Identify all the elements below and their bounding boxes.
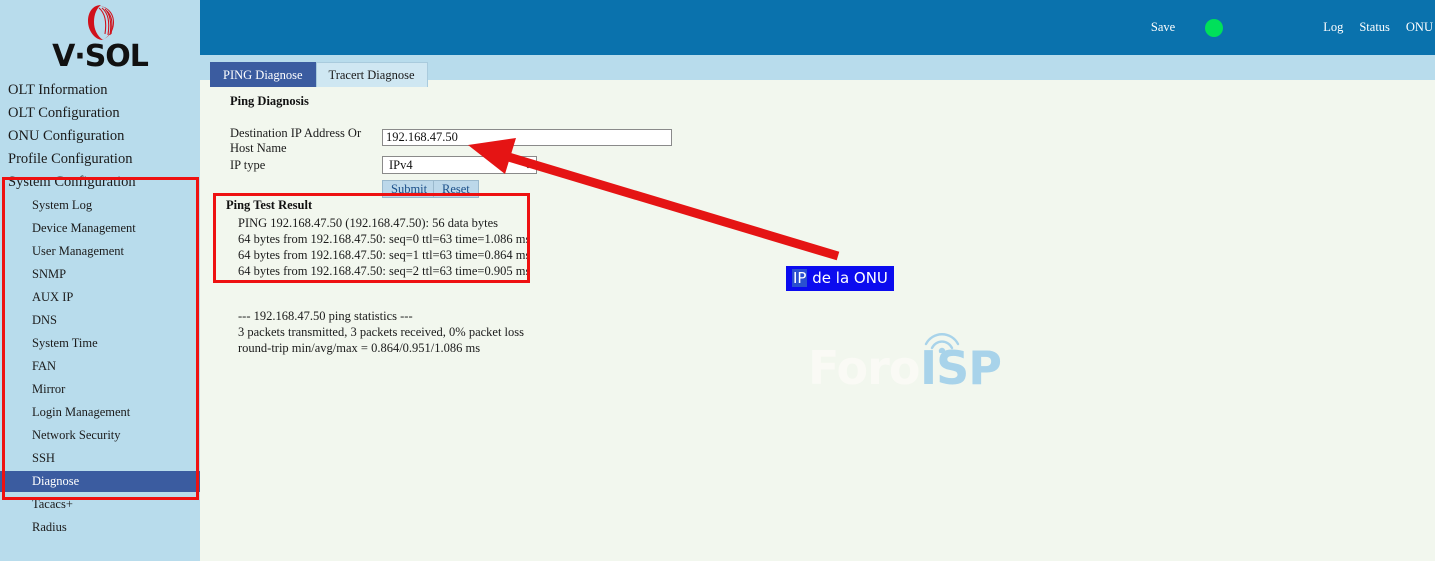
brand-logo-text: V·SOL <box>52 39 149 74</box>
sidebar-subitem-dns[interactable]: DNS <box>0 310 200 331</box>
submit-button[interactable]: Submit <box>382 180 437 198</box>
tab-ping-diagnose[interactable]: PING Diagnose <box>210 62 316 87</box>
destination-ip-label: Destination IP Address Or Host Name <box>230 126 362 155</box>
destination-ip-input[interactable] <box>382 129 672 146</box>
ping-statistics-output: --- 192.168.47.50 ping statistics --- 3 … <box>238 309 525 355</box>
ping-test-result-title: Ping Test Result <box>226 198 313 212</box>
log-link[interactable]: Log <box>1323 20 1343 35</box>
reset-button[interactable]: Reset <box>433 180 479 198</box>
tab-bar: PING Diagnose Tracert Diagnose <box>210 62 428 87</box>
wifi-signal-icon <box>924 333 960 353</box>
callout-rest: de la ONU <box>807 269 888 287</box>
tab-tracert-diagnose[interactable]: Tracert Diagnose <box>315 62 428 87</box>
onu-link[interactable]: ONU <box>1406 20 1435 35</box>
sidebar-subitem-diagnose[interactable]: Diagnose <box>0 471 200 492</box>
page-title: Ping Diagnosis <box>230 94 309 108</box>
sidebar-subitem-snmp[interactable]: SNMP <box>0 264 200 285</box>
sidebar-item-olt-configuration[interactable]: OLT Configuration <box>0 103 200 124</box>
sidebar-subitem-device-management[interactable]: Device Management <box>0 218 200 239</box>
sidebar-subitem-user-management[interactable]: User Management <box>0 241 200 262</box>
top-header-bar: Save Log Status ONU <box>200 0 1435 55</box>
sidebar-subitem-system-log[interactable]: System Log <box>0 195 200 216</box>
watermark-text-isp: ISP <box>920 341 1002 395</box>
foroisp-watermark: Foro ISP <box>808 329 1018 399</box>
ip-type-label: IP type <box>230 158 266 172</box>
sidebar-subitem-mirror[interactable]: Mirror <box>0 379 200 400</box>
sidebar-item-system-configuration[interactable]: System Configuration <box>0 172 200 193</box>
watermark-text-foro: Foro <box>808 341 920 395</box>
ip-type-select[interactable]: IPv4 <box>382 156 537 174</box>
sidebar-subitem-system-time[interactable]: System Time <box>0 333 200 354</box>
callout-prefix: IP <box>792 269 808 287</box>
sidebar-subitem-login-management[interactable]: Login Management <box>0 402 200 423</box>
sidebar: V·SOL OLT Information OLT Configuration … <box>0 0 200 561</box>
main-content: Ping Diagnosis Destination IP Address Or… <box>200 86 1435 561</box>
green-status-dot-icon <box>1205 18 1224 37</box>
status-link[interactable]: Status <box>1359 20 1390 35</box>
vsol-crescent-logo-icon <box>88 5 114 40</box>
save-button[interactable]: Save <box>1151 20 1175 35</box>
callout-ip-de-la-onu: IP de la ONU <box>786 266 894 291</box>
brand-logo[interactable]: V·SOL <box>0 0 200 80</box>
sidebar-subitem-aux-ip[interactable]: AUX IP <box>0 287 200 308</box>
sidebar-subitem-fan[interactable]: FAN <box>0 356 200 377</box>
top-header-actions: Save Log Status ONU <box>1151 0 1435 55</box>
sidebar-subitem-network-security[interactable]: Network Security <box>0 425 200 446</box>
ping-test-result-output: PING 192.168.47.50 (192.168.47.50): 56 d… <box>238 216 531 278</box>
sidebar-item-olt-information[interactable]: OLT Information <box>0 80 200 101</box>
sidebar-subitem-radius[interactable]: Radius <box>0 517 200 538</box>
sidebar-item-onu-configuration[interactable]: ONU Configuration <box>0 126 200 147</box>
sidebar-item-profile-configuration[interactable]: Profile Configuration <box>0 149 200 170</box>
sidebar-subitem-tacacs[interactable]: Tacacs+ <box>0 494 200 515</box>
sidebar-subitem-ssh[interactable]: SSH <box>0 448 200 469</box>
